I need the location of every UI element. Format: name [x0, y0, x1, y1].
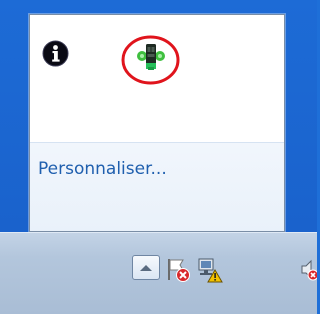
chevron-up-icon	[140, 265, 152, 271]
show-hidden-icons-button[interactable]	[132, 255, 160, 280]
highlight-circle	[121, 35, 180, 85]
volume-icon[interactable]	[301, 258, 319, 283]
network-icon[interactable]	[197, 256, 225, 284]
action-center-flag-icon[interactable]	[165, 257, 191, 283]
customize-area	[30, 143, 284, 231]
customize-link[interactable]: Personnaliser...	[38, 159, 167, 179]
info-icon[interactable]	[42, 40, 69, 67]
